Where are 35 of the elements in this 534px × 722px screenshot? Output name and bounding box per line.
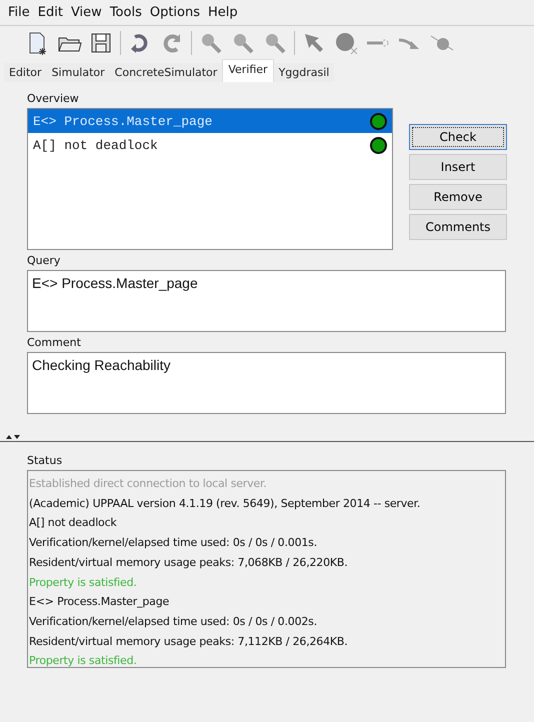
log-line: A[] not deadlock: [29, 515, 118, 532]
section-label: Status: [27, 454, 64, 467]
tab[interactable]: Simulator: [46, 63, 110, 82]
menu-item[interactable]: File: [8, 3, 30, 22]
tab[interactable]: Verifier: [222, 59, 274, 82]
tab[interactable]: Yggdrasil: [274, 63, 334, 82]
action-button[interactable]: Remove: [409, 184, 507, 210]
splitter-arrows-icon[interactable]: [6, 434, 20, 440]
menu-item[interactable]: Edit: [38, 3, 63, 22]
query-item[interactable]: E<> Process.Master_page: [28, 109, 392, 133]
menu-item[interactable]: Tools: [110, 3, 142, 22]
log-line: Property is satisfied.: [29, 653, 138, 670]
section-label: Overview: [27, 92, 80, 105]
query-item[interactable]: A[] not deadlock: [28, 133, 392, 157]
tab[interactable]: ConcreteSimulator: [110, 63, 222, 82]
log-line: Verification/kernel/elapsed time used: 0s / 0s / 0.001s.: [29, 535, 318, 552]
log-line: Property is satisfied.: [29, 574, 138, 591]
log-line: Verification/kernel/elapsed time used: 0s / 0s / 0.002s.: [29, 614, 318, 630]
action-button[interactable]: Comments: [409, 214, 507, 240]
add-circle-icon[interactable]: [333, 30, 359, 56]
log-line: Established direct connection to local server.: [29, 476, 268, 492]
action-button[interactable]: Check: [409, 124, 507, 150]
log-line: (Academic) UPPAAL version 4.1.19 (rev. 5649), September 2014 -- server.: [29, 496, 422, 512]
section-label: Comment: [27, 336, 82, 349]
menu-item[interactable]: View: [70, 3, 102, 22]
action-button[interactable]: Insert: [409, 154, 507, 180]
query-field[interactable]: E<> Process.Master_page: [27, 270, 506, 332]
comment-field[interactable]: Checking Reachability: [27, 352, 506, 414]
log-line: E<> Process.Master_page: [29, 594, 170, 610]
log-line: Resident/virtual memory usage peaks: 7,068KB / 26,220KB.: [29, 554, 349, 571]
section-label: Query: [27, 254, 62, 267]
menu-item[interactable]: Help: [208, 3, 238, 22]
tab[interactable]: Editor: [4, 63, 47, 82]
menu-item[interactable]: Options: [150, 3, 200, 22]
log-line: Resident/virtual memory usage peaks: 7,112KB / 26,264KB.: [29, 634, 349, 650]
